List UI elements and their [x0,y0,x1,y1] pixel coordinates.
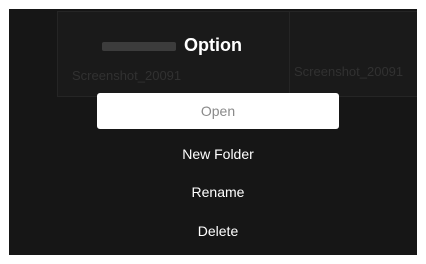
option-delete[interactable]: Delete [97,213,339,249]
option-new-folder[interactable]: New Folder [97,136,339,172]
screen: Screenshot_20091 Screenshot_20091 Option… [9,9,417,255]
option-open[interactable]: Open [97,93,339,129]
dialog-title: Option [184,35,242,55]
option-rename[interactable]: Rename [97,174,339,210]
